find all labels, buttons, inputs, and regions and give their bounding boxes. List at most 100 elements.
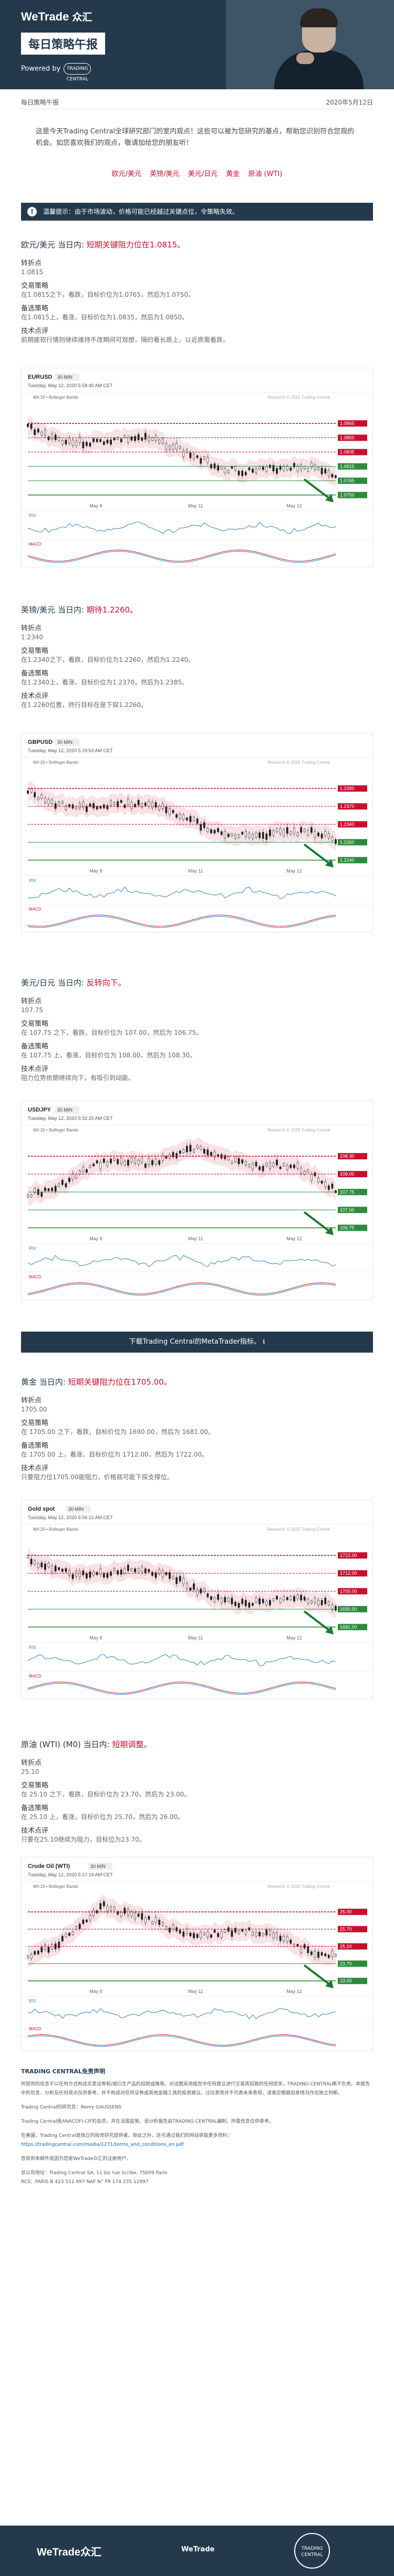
nav-oil[interactable]: 原油 (WTI)	[248, 170, 282, 178]
instrument-nav: 欧元/美元 英镑/美元 美元/日元 黄金 原油 (WTI)	[0, 168, 394, 178]
tech-label: 技术点评	[21, 692, 49, 700]
level-label: 1.2340	[340, 822, 355, 827]
nav-gbpusd[interactable]: 英镑/美元	[150, 170, 179, 178]
trading-central-logo: TRADING CENTRAL	[64, 63, 91, 82]
date-tick: May 8	[89, 1635, 102, 1640]
tech-value: 前期疲软行情则继续维持不改期间可观想，隔的看长质上，以近质需看跌。	[21, 336, 230, 344]
tech-label: 技术点评	[21, 1827, 49, 1835]
level-label: 1.2260	[340, 839, 355, 845]
level-label: 1690.00	[340, 1606, 357, 1612]
pivot-label: 转折点	[21, 998, 42, 1005]
info-icon: !	[27, 207, 37, 216]
level-label: 1705.00	[340, 1588, 357, 1594]
date-tick: May 11	[188, 503, 203, 508]
chart-symbol: EURUSD	[28, 374, 53, 380]
pivot-value: 1705.00	[21, 1406, 47, 1413]
date-tick: May 11	[188, 1635, 203, 1640]
pref-value: 在 1705.00 之下，看跌，目标价位为 1690.00，然后为 1681.0…	[21, 1428, 215, 1436]
chart-symbol: Gold spot	[28, 1506, 55, 1512]
alt-label: 备选策略	[21, 670, 49, 678]
alt-value: 在 1705.00 上，看涨，目标价位为 1712.00，然后为 1722.00…	[21, 1451, 209, 1458]
date-tick: May 12	[286, 1989, 302, 1994]
section-heading: 原油 (WTI) (M0) 当日内: 短期调整。	[21, 1740, 152, 1749]
date-tick: May 11	[188, 1989, 203, 1994]
tech-label: 技术点评	[21, 327, 49, 335]
alt-value: 在 25.10 上，看涨，目标价位为 25.70，然后为 26.00。	[21, 1813, 184, 1821]
date-tick: May 8	[89, 868, 102, 874]
level-label: 1.0835	[340, 450, 355, 455]
chart-datetime: Tuesday, May 12, 2020 5:58:40 AM CET	[28, 383, 113, 388]
alt-value: 在1.0815上，看涨，目标价位为1.0835，然后为1.0850。	[21, 314, 188, 321]
nav-gold[interactable]: 黄金	[226, 170, 240, 178]
level-label: 1.0750	[340, 492, 355, 497]
tech-value: 只要阻力位1705.00能阻力，价格就可能下探支撑位。	[21, 1473, 173, 1481]
level-label: 1.0815	[340, 464, 355, 469]
pref-value: 在 25.10 之下，看跌，目标价位为 23.70，然后为 23.00。	[21, 1791, 191, 1798]
level-label: 106.75	[340, 1225, 355, 1230]
pivot-label: 转折点	[21, 1397, 42, 1405]
chart-symbol: Crude Oil (WTI)	[28, 1863, 70, 1869]
nav-eurusd[interactable]: 欧元/美元	[112, 170, 141, 178]
download-indicator-button[interactable]: 下载Trading Central的MetaTrader指标。 ⭳	[21, 1332, 373, 1353]
section-usdjpy: 美元/日元 当日内: 反转向下。 转折点 107.75 交易策略在 107.75 …	[21, 977, 373, 1083]
osc-label: MACD	[29, 1674, 42, 1678]
report-name: 每日策略午报	[21, 99, 59, 106]
level-label: 25.10	[340, 1944, 352, 1949]
chart-indicator-label: MA 20 • Bollinger Bands	[33, 760, 78, 765]
level-label: 1.0765	[340, 478, 355, 483]
chart-copyright: Research © 2020 Trading Central	[267, 1527, 330, 1532]
disclaimer-p3: Trading Central是ANACOFI-CIF的会员，并在法国监管。该分…	[21, 2119, 274, 2124]
alt-label: 备选策略	[21, 305, 49, 313]
level-label: 1681.00	[340, 1624, 357, 1629]
alt-label: 备选策略	[21, 1804, 49, 1812]
chart-timeframe: 30 MIN	[57, 1107, 72, 1113]
osc-label: MACD	[29, 542, 42, 546]
level-label: 1.2390	[340, 786, 355, 791]
osc-label: RSI	[29, 1246, 36, 1251]
date-tick: May 11	[188, 868, 203, 874]
chart-gbpusd: GBPUSD 30 MIN Tuesday, May 12, 2020 5:29:5…	[21, 733, 373, 932]
nav-usdjpy[interactable]: 美元/日元	[188, 170, 217, 178]
alt-label: 备选策略	[21, 1442, 49, 1450]
powered-by: Powered by TRADING CENTRAL	[21, 63, 91, 82]
date-tick: May 12	[286, 503, 302, 508]
osc-label: MACD	[29, 907, 42, 911]
alt-value: 在1.2340上，看涨，目标价位为1.2370，然后为1.2385。	[21, 679, 188, 686]
chart-timeframe: 30 MIN	[57, 740, 72, 745]
pref-label: 交易策略	[21, 1419, 49, 1427]
section-eurusd: 欧元/美元 当日内: 短期关键阻力位在1.0815。 转折点 1.0815 交易策…	[21, 239, 373, 345]
hero-title: 每日策略午报	[21, 33, 106, 55]
level-label: 1.0865	[340, 421, 355, 426]
pivot-value: 107.75	[21, 1006, 43, 1014]
alt-label: 备选策略	[21, 1043, 49, 1051]
level-label: 1712.00	[340, 1571, 357, 1576]
section-gbpusd: 英镑/美元 当日内: 期待1.2260。 转折点 1.2340 交易策略 在1.23…	[21, 604, 373, 710]
level-label: 107.00	[340, 1207, 355, 1212]
chart-copyright: Research © 2020 Trading Central	[267, 1884, 330, 1889]
footer: WeTrade众汇 WeTrade TRADING CENTRAL	[0, 2526, 394, 2576]
brand-logo: WeTrade 众汇	[21, 10, 92, 23]
level-label: 23.70	[340, 1961, 352, 1966]
pivot-value: 1.0815	[21, 268, 43, 276]
footer-tc-logo: TRADING CENTRAL	[294, 2533, 330, 2569]
level-label: 1.0850	[340, 435, 355, 440]
disclaimer-p5: 您收到本邮件是因为您是WeTrade众汇的注册用户。	[21, 2156, 131, 2162]
chart-timeframe: 30 MIN	[57, 375, 72, 380]
chart-gold: Gold spot 30 MIN Tuesday, May 12, 2020 5:0…	[21, 1500, 373, 1699]
chart-datetime: Tuesday, May 12, 2020 5:17:19 AM CET	[28, 1872, 113, 1877]
date-tick: May 11	[188, 1236, 203, 1241]
osc-label: RSI	[29, 1645, 36, 1650]
pref-value: 在 107.75 之下，看跌，目标价位为 107.00，然后为 106.75。	[21, 1029, 203, 1036]
disclaimer-p1: 所提供的信息不以任何方式构成买卖证券和/或衍生产品的招揽或推荐。对试图采用报告中…	[21, 2082, 370, 2096]
chart-usdjpy: USDJPY 30 MIN Tuesday, May 12, 2020 5:32:2…	[21, 1100, 373, 1300]
level-label: 25.70	[340, 1927, 352, 1932]
terms-link[interactable]: https://tradingcentral.com/media/1271/te…	[21, 2142, 184, 2147]
pivot-label: 转折点	[21, 259, 42, 267]
osc-label: MACD	[29, 2027, 42, 2031]
osc-label: RSI	[29, 878, 36, 883]
hero-banner: WeTrade 众汇 每日策略午报 Powered by TRADING CENTR…	[0, 0, 394, 89]
level-label: 26.00	[340, 1909, 352, 1915]
level-label: 108.00	[340, 1171, 355, 1177]
section-gold: 黄金 当日内: 短期关键阻力位在1705.00。 转折点 1705.00 交易策略…	[21, 1376, 373, 1482]
pref-label: 交易策略	[21, 282, 49, 290]
